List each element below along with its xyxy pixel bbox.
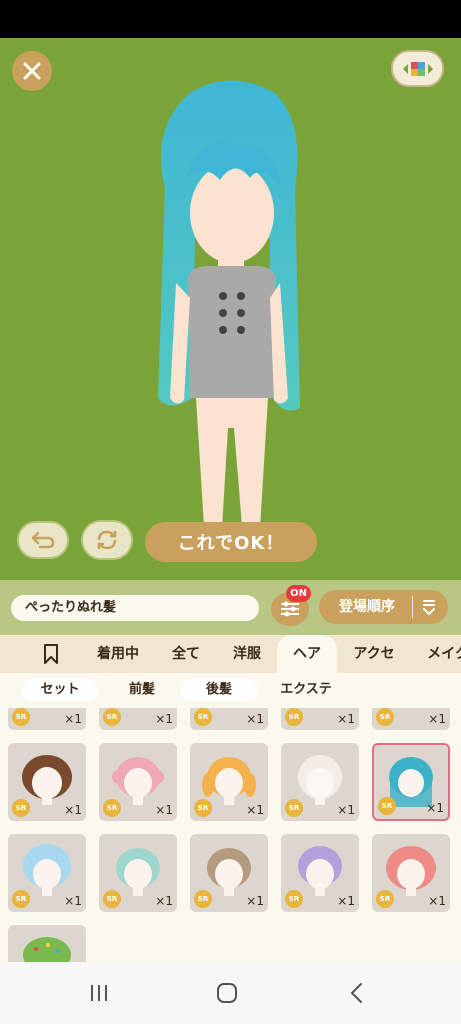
- filter-on-badge: ON: [286, 585, 311, 602]
- hair-subtabs: セット 前髪 後髪 エクステ: [0, 673, 461, 708]
- item-tile[interactable]: [8, 925, 86, 962]
- rarity-badge: SR: [12, 799, 30, 817]
- item-tile[interactable]: SR ×1: [281, 834, 359, 912]
- item-tile[interactable]: SR ×1: [99, 834, 177, 912]
- item-tile[interactable]: SR ×1: [372, 834, 450, 912]
- rarity-badge: SR: [103, 708, 121, 726]
- back-icon[interactable]: [346, 982, 368, 1004]
- system-nav-bar: [0, 962, 461, 1024]
- item-tile[interactable]: SR ×1: [372, 708, 450, 730]
- item-tile[interactable]: SR ×1: [99, 708, 177, 730]
- randomize-button[interactable]: [81, 520, 133, 560]
- confirm-button[interactable]: これでOK！: [145, 522, 317, 562]
- item-count: ×1: [155, 803, 173, 817]
- rarity-badge: SR: [103, 799, 121, 817]
- tab-hair[interactable]: ヘア: [277, 635, 337, 673]
- avatar-stage: これでOK！: [0, 38, 461, 580]
- subtab-extensions[interactable]: エクステ: [266, 679, 346, 701]
- item-name-field: ぺったりぬれ髪: [11, 595, 259, 621]
- item-tile[interactable]: SR ×1: [99, 743, 177, 821]
- tab-clothes[interactable]: 洋服: [222, 635, 272, 673]
- item-count: ×1: [246, 803, 264, 817]
- item-tile[interactable]: SR ×1: [190, 834, 268, 912]
- subtab-set[interactable]: セット: [21, 679, 99, 701]
- item-tile[interactable]: SR ×1: [190, 743, 268, 821]
- close-icon: [23, 62, 41, 80]
- status-bar: [0, 0, 461, 38]
- rarity-badge: SR: [12, 890, 30, 908]
- item-count: ×1: [337, 894, 355, 908]
- item-count: ×1: [155, 712, 173, 726]
- subtab-bangs[interactable]: 前髪: [112, 679, 172, 701]
- item-count: ×1: [64, 803, 82, 817]
- item-count: ×1: [428, 894, 446, 908]
- sort-label: 登場順序: [339, 599, 395, 615]
- item-tile[interactable]: SR ×1: [8, 743, 86, 821]
- bookmark-icon: [44, 644, 58, 664]
- sliders-icon: [281, 601, 299, 617]
- rarity-badge: SR: [194, 890, 212, 908]
- item-count: ×1: [64, 712, 82, 726]
- item-tile[interactable]: SR ×1: [281, 743, 359, 821]
- rarity-badge: SR: [285, 708, 303, 726]
- close-button[interactable]: [12, 51, 52, 91]
- item-tile[interactable]: SR ×1: [281, 708, 359, 730]
- background-toggle-button[interactable]: [391, 50, 444, 87]
- item-tile[interactable]: SR ×1: [8, 834, 86, 912]
- item-count: ×1: [428, 712, 446, 726]
- item-count: ×1: [426, 801, 444, 815]
- home-icon[interactable]: [216, 982, 238, 1004]
- color-grid-icon: [402, 61, 433, 76]
- tab-makeup[interactable]: メイク: [418, 635, 461, 673]
- item-tile[interactable]: SR ×1: [8, 708, 86, 730]
- item-count: ×1: [155, 894, 173, 908]
- item-tile-selected[interactable]: SR ×1: [372, 743, 450, 821]
- recent-apps-icon[interactable]: [88, 982, 110, 1004]
- tab-bookmark[interactable]: [30, 635, 72, 673]
- sort-button[interactable]: 登場順序: [319, 590, 448, 624]
- category-tabs: 着用中 全て 洋服 ヘア アクセ メイク: [0, 635, 461, 673]
- tab-accessory[interactable]: アクセ: [343, 635, 405, 673]
- item-grid: SR ×1 SR ×1 SR ×1 SR ×1 SR ×1 SR ×1 SR ×1 SR ×1 …: [0, 708, 461, 962]
- undo-button[interactable]: [17, 521, 69, 559]
- rarity-badge: SR: [194, 799, 212, 817]
- rarity-badge: SR: [285, 890, 303, 908]
- item-count: ×1: [246, 712, 264, 726]
- item-tile[interactable]: SR ×1: [190, 708, 268, 730]
- subtab-back-hair[interactable]: 後髪: [180, 679, 258, 701]
- rarity-badge: SR: [376, 890, 394, 908]
- rarity-badge: SR: [12, 708, 30, 726]
- rarity-badge: SR: [103, 890, 121, 908]
- rarity-badge: SR: [376, 708, 394, 726]
- item-count: ×1: [246, 894, 264, 908]
- hair-thumbnail: [23, 937, 71, 962]
- rarity-badge: SR: [285, 799, 303, 817]
- refresh-icon: [97, 530, 117, 550]
- rarity-badge: SR: [378, 797, 396, 815]
- sort-divider: [412, 596, 413, 618]
- item-count: ×1: [64, 894, 82, 908]
- item-toolbar: ぺったりぬれ髪 ON 登場順序: [0, 580, 461, 635]
- undo-icon: [31, 531, 55, 549]
- avatar-preview: [158, 80, 300, 544]
- rarity-badge: SR: [194, 708, 212, 726]
- tab-all[interactable]: 全て: [162, 635, 210, 673]
- tab-wearing[interactable]: 着用中: [88, 635, 148, 673]
- sort-order-icon: [423, 600, 435, 616]
- item-count: ×1: [337, 803, 355, 817]
- item-count: ×1: [337, 712, 355, 726]
